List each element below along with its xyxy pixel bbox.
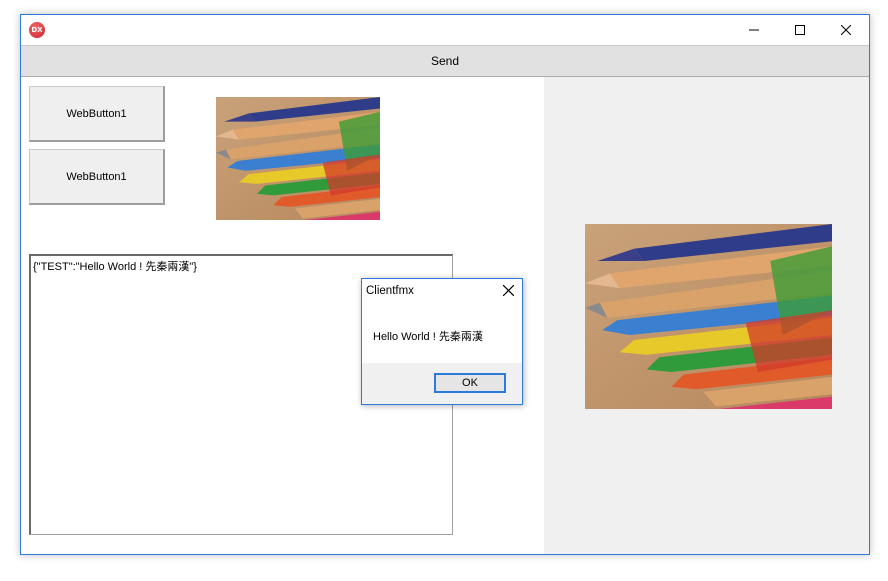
minimize-icon bbox=[749, 29, 759, 31]
close-icon bbox=[841, 25, 851, 35]
send-button[interactable]: Send bbox=[21, 45, 869, 77]
dx-logo-icon: DX bbox=[29, 22, 45, 38]
web-button-1[interactable]: WebButton1 bbox=[29, 86, 165, 142]
title-bar[interactable]: DX bbox=[21, 15, 869, 45]
maximize-icon bbox=[795, 25, 805, 35]
ok-button[interactable]: OK bbox=[434, 373, 506, 393]
close-button[interactable] bbox=[823, 15, 869, 45]
dialog-close-button[interactable] bbox=[502, 284, 515, 299]
maximize-button[interactable] bbox=[777, 15, 823, 45]
message-dialog: Clientfmx Hello World ! 先秦兩漢 OK bbox=[361, 278, 523, 405]
colored-pencils-image-large bbox=[585, 224, 832, 409]
colored-pencils-image bbox=[216, 97, 380, 220]
right-panel bbox=[544, 77, 869, 554]
dialog-title: Clientfmx bbox=[366, 285, 414, 297]
minimize-button[interactable] bbox=[731, 15, 777, 45]
web-button-2[interactable]: WebButton1 bbox=[29, 149, 165, 205]
dialog-message: Hello World ! 先秦兩漢 bbox=[373, 331, 483, 343]
app-window: DX Send WebButton1 WebButton1 {"TEST":"H… bbox=[20, 14, 870, 555]
close-icon bbox=[502, 284, 515, 297]
dialog-footer: OK bbox=[362, 363, 522, 404]
